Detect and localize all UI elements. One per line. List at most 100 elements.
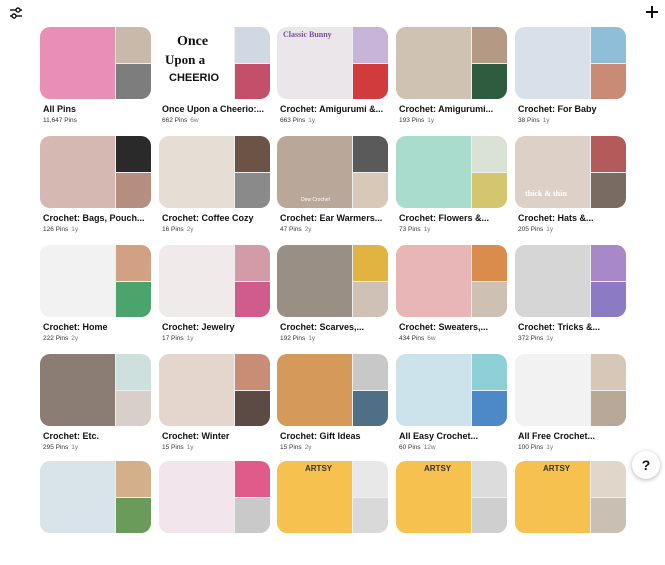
pin-count: 662 Pins xyxy=(162,117,188,124)
board-meta: 434 Pins 6w xyxy=(399,335,436,342)
cover-main-image xyxy=(515,354,590,426)
board-card[interactable]: All Easy Crochet... 60 Pins 12w xyxy=(396,354,507,458)
board-card[interactable]: Crochet: For Baby 38 Pins 1y xyxy=(515,27,626,131)
cover-main-image xyxy=(40,245,115,317)
board-card[interactable]: Crochet: Coffee Cozy 16 Pins 2y xyxy=(159,136,270,240)
cover-side-image xyxy=(472,282,507,317)
cover-main-image xyxy=(40,27,115,99)
board-title: Crochet: Scarves,... xyxy=(280,322,365,332)
board-title: All Free Crochet... xyxy=(518,431,596,441)
board-meta: 205 Pins 1y xyxy=(518,226,553,233)
board-cover xyxy=(159,136,270,208)
board-card[interactable]: Crochet: Sweaters,... 434 Pins 6w xyxy=(396,245,507,349)
pin-count: 434 Pins xyxy=(399,335,425,342)
cover-side-image xyxy=(591,282,626,317)
board-card[interactable]: Crochet: Gift Ideas 15 Pins 2y xyxy=(277,354,388,458)
board-card[interactable]: Once Upon a CHEERIO Once Upon a Cheerio:...… xyxy=(159,27,270,131)
cover-side-image xyxy=(591,391,626,426)
board-age: 1y xyxy=(542,117,550,124)
cover-main-image xyxy=(159,136,234,208)
board-card[interactable]: Dew Crochet Crochet: Ear Warmers... 47 Pin… xyxy=(277,136,388,240)
cover-side-image xyxy=(591,461,626,497)
board-card[interactable]: All Free Crochet... 100 Pins 1y xyxy=(515,354,626,458)
board-title: Crochet: Sweaters,... xyxy=(399,322,489,332)
plus-icon[interactable] xyxy=(644,4,660,20)
board-card[interactable]: All Pins 11,647 Pins xyxy=(40,27,151,131)
cover-text: Once xyxy=(177,34,209,49)
board-cover xyxy=(40,27,151,99)
board-card[interactable]: Crochet: Flowers &... 73 Pins 1y xyxy=(396,136,507,240)
board-meta: 73 Pins 1y xyxy=(399,226,431,233)
board-title: Crochet: Winter xyxy=(162,431,230,441)
board-meta: 100 Pins 1y xyxy=(518,444,553,451)
board-meta: 15 Pins 2y xyxy=(280,444,312,451)
board-card[interactable]: Crochet: Winter 15 Pins 1y xyxy=(159,354,270,458)
board-card[interactable]: Crochet: Tricks &... 372 Pins 1y xyxy=(515,245,626,349)
board-card[interactable]: ARTSY xyxy=(396,461,507,565)
cover-side-image xyxy=(591,173,626,208)
cover-side-image xyxy=(353,498,388,533)
board-card[interactable] xyxy=(40,461,151,565)
board-meta: 222 Pins 2y xyxy=(43,335,78,342)
board-card[interactable]: Classic Bunny Crochet: Amigurumi &... 663 … xyxy=(277,27,388,131)
pin-count: 60 Pins xyxy=(399,444,421,451)
board-card[interactable]: ARTSY xyxy=(515,461,626,565)
board-cover xyxy=(277,245,388,317)
board-age: 1y xyxy=(546,444,554,451)
cover-text: thick & thin xyxy=(525,189,567,198)
board-card[interactable]: Crochet: Etc. 295 Pins 1y xyxy=(40,354,151,458)
cover-main-image xyxy=(277,354,352,426)
cover-main-image xyxy=(396,136,471,208)
top-toolbar xyxy=(0,0,665,26)
pin-count: 47 Pins xyxy=(280,226,302,233)
board-card[interactable]: Crochet: Bags, Pouch... 126 Pins 1y xyxy=(40,136,151,240)
board-meta: 663 Pins 1y xyxy=(280,117,315,124)
board-card[interactable]: Crochet: Amigurumi... 193 Pins 1y xyxy=(396,27,507,131)
cover-side-image xyxy=(353,27,388,63)
cover-side-image xyxy=(472,354,507,390)
board-card[interactable]: Crochet: Home 222 Pins 2y xyxy=(40,245,151,349)
board-cover: ARTSY xyxy=(515,461,626,533)
cover-side-image xyxy=(353,354,388,390)
pin-count: 663 Pins xyxy=(280,117,306,124)
filter-sliders-icon[interactable] xyxy=(9,6,23,20)
cover-text: ARTSY xyxy=(305,464,333,473)
board-card[interactable]: ARTSY xyxy=(277,461,388,565)
cover-text: Classic Bunny xyxy=(283,30,332,39)
board-title: Crochet: Hats &... xyxy=(518,213,594,223)
board-card[interactable]: Crochet: Scarves,... 192 Pins 1y xyxy=(277,245,388,349)
pin-count: 193 Pins xyxy=(399,117,425,124)
board-title: Crochet: Amigurumi... xyxy=(399,104,494,114)
cover-main-image xyxy=(40,354,115,426)
cover-side-image xyxy=(235,282,270,317)
board-title: All Easy Crochet... xyxy=(399,431,479,441)
pin-count: 15 Pins xyxy=(280,444,302,451)
board-cover: Once Upon a CHEERIO xyxy=(159,27,270,99)
cover-side-image xyxy=(235,245,270,281)
pin-count: 17 Pins xyxy=(162,335,184,342)
board-cover xyxy=(396,245,507,317)
board-meta: 47 Pins 2y xyxy=(280,226,312,233)
board-meta: 295 Pins 1y xyxy=(43,444,78,451)
board-age: 2y xyxy=(71,335,79,342)
cover-side-image xyxy=(235,136,270,172)
board-cover xyxy=(40,461,151,533)
cover-side-image xyxy=(353,461,388,497)
cover-side-image xyxy=(116,245,151,281)
board-age: 1y xyxy=(308,117,316,124)
cover-side-image xyxy=(353,245,388,281)
board-age: 1y xyxy=(427,117,435,124)
board-cover xyxy=(277,354,388,426)
board-card[interactable] xyxy=(159,461,270,565)
board-cover xyxy=(40,136,151,208)
help-button[interactable]: ? xyxy=(632,451,660,479)
board-age: 1y xyxy=(71,444,79,451)
pin-count: 15 Pins xyxy=(162,444,184,451)
board-cover xyxy=(396,27,507,99)
board-card[interactable]: thick & thin Crochet: Hats &... 205 Pins 1y xyxy=(515,136,626,240)
cover-text: CHEERIO xyxy=(169,72,220,84)
board-meta: 15 Pins 1y xyxy=(162,444,194,451)
board-meta: 17 Pins 1y xyxy=(162,335,194,342)
board-title: Crochet: Tricks &... xyxy=(518,322,601,332)
board-card[interactable]: Crochet: Jewelry 17 Pins 1y xyxy=(159,245,270,349)
